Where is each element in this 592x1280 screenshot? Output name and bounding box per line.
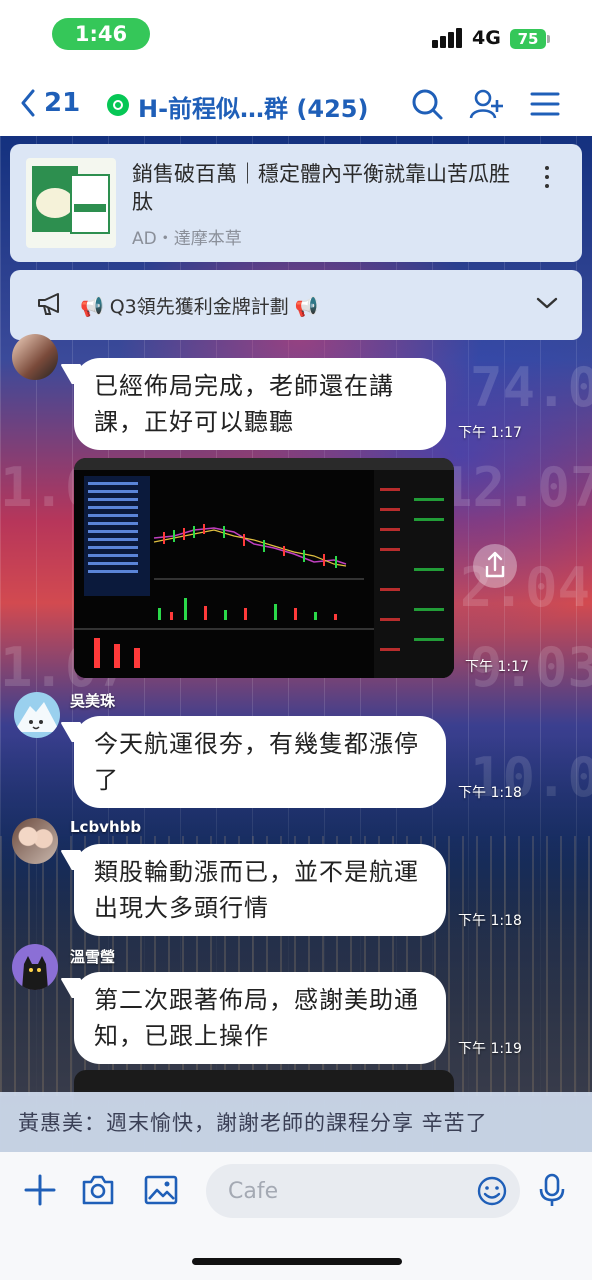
message-time: 下午 1:18 <box>458 913 522 929</box>
add-friend-icon[interactable] <box>468 86 504 122</box>
chevron-left-icon <box>21 89 35 117</box>
sender-name: Lcbvhbb <box>70 818 142 836</box>
share-icon <box>485 551 505 578</box>
chat-header: 21 H-前程似…群 (425) <box>0 72 592 136</box>
home-indicator[interactable] <box>192 1258 402 1265</box>
chat-area[interactable]: 74.0 12.07 1.08 2.04 1.07 9.03 10.02 銷售破… <box>0 136 592 1152</box>
microphone-icon[interactable] <box>534 1172 570 1208</box>
message-time: 下午 1:17 <box>458 425 522 441</box>
emoji-icon[interactable] <box>476 1175 508 1207</box>
status-bar: 1:46 4G 75 <box>0 0 592 72</box>
chart-screenshot-image[interactable] <box>74 458 454 678</box>
ad-product-image <box>26 158 116 248</box>
avatar[interactable] <box>12 334 58 380</box>
network-type: 4G <box>472 27 501 49</box>
avatar[interactable] <box>12 818 58 864</box>
camera-icon[interactable] <box>80 1172 116 1208</box>
unread-count: 21 <box>44 88 81 118</box>
battery-icon: 75 <box>510 29 546 49</box>
menu-icon[interactable] <box>527 86 563 122</box>
message-time: 下午 1:18 <box>458 785 522 801</box>
announcement-bar[interactable]: 📢 Q3領先獲利金牌計劃 📢 <box>10 270 582 340</box>
ad-banner[interactable]: 銷售破百萬｜穩定體內平衡就靠山苦瓜胜肽 AD・達摩本草 <box>10 144 582 262</box>
back-button[interactable]: 21 <box>20 88 80 118</box>
more-options-icon[interactable] <box>543 166 551 194</box>
chevron-down-icon[interactable] <box>536 296 558 310</box>
message-time: 下午 1:19 <box>458 1041 522 1057</box>
message-bubble[interactable]: 類股輪動漲而已，並不是航運出現大多頭行情 <box>74 844 446 936</box>
message-bubble[interactable]: 第二次跟著佈局，感謝美助通知，已跟上操作 <box>74 972 446 1064</box>
background-decoration: 74.0 <box>470 356 592 419</box>
share-button[interactable] <box>473 544 517 588</box>
plus-icon[interactable] <box>22 1172 58 1208</box>
latest-message-text: 黃惠美：週末愉快，謝謝老師的課程分享 辛苦了 <box>18 1111 488 1135</box>
openchat-icon <box>107 94 129 116</box>
signal-icon <box>432 28 464 48</box>
message-input[interactable] <box>228 1176 458 1206</box>
message-input-container[interactable] <box>206 1164 520 1218</box>
megaphone-icon <box>38 293 59 315</box>
search-icon[interactable] <box>409 86 445 122</box>
chat-title[interactable]: H-前程似…群 (425) <box>138 89 368 124</box>
announcement-text: 📢 Q3領先獲利金牌計劃 📢 <box>80 296 319 318</box>
latest-message-preview[interactable]: 黃惠美：週末愉快，謝謝老師的課程分享 辛苦了 <box>0 1092 592 1152</box>
sender-name: 溫雪瑩 <box>70 948 116 966</box>
ad-meta: AD・達摩本草 <box>132 229 242 249</box>
avatar[interactable] <box>14 692 60 738</box>
status-time[interactable]: 1:46 <box>52 18 150 50</box>
message-bubble[interactable]: 今天航運很夯，有幾隻都漲停了 <box>74 716 446 808</box>
ad-title: 銷售破百萬｜穩定體內平衡就靠山苦瓜胜肽 <box>132 162 510 214</box>
photo-icon[interactable] <box>143 1172 179 1208</box>
message-time: 下午 1:17 <box>465 659 529 675</box>
avatar[interactable] <box>12 944 58 990</box>
background-decoration: 12.07 <box>440 456 592 519</box>
input-bar <box>0 1152 592 1280</box>
sender-name: 吳美珠 <box>70 692 116 710</box>
battery-tip <box>547 35 550 43</box>
message-bubble[interactable]: 已經佈局完成，老師還在講課，正好可以聽聽 <box>74 358 446 450</box>
